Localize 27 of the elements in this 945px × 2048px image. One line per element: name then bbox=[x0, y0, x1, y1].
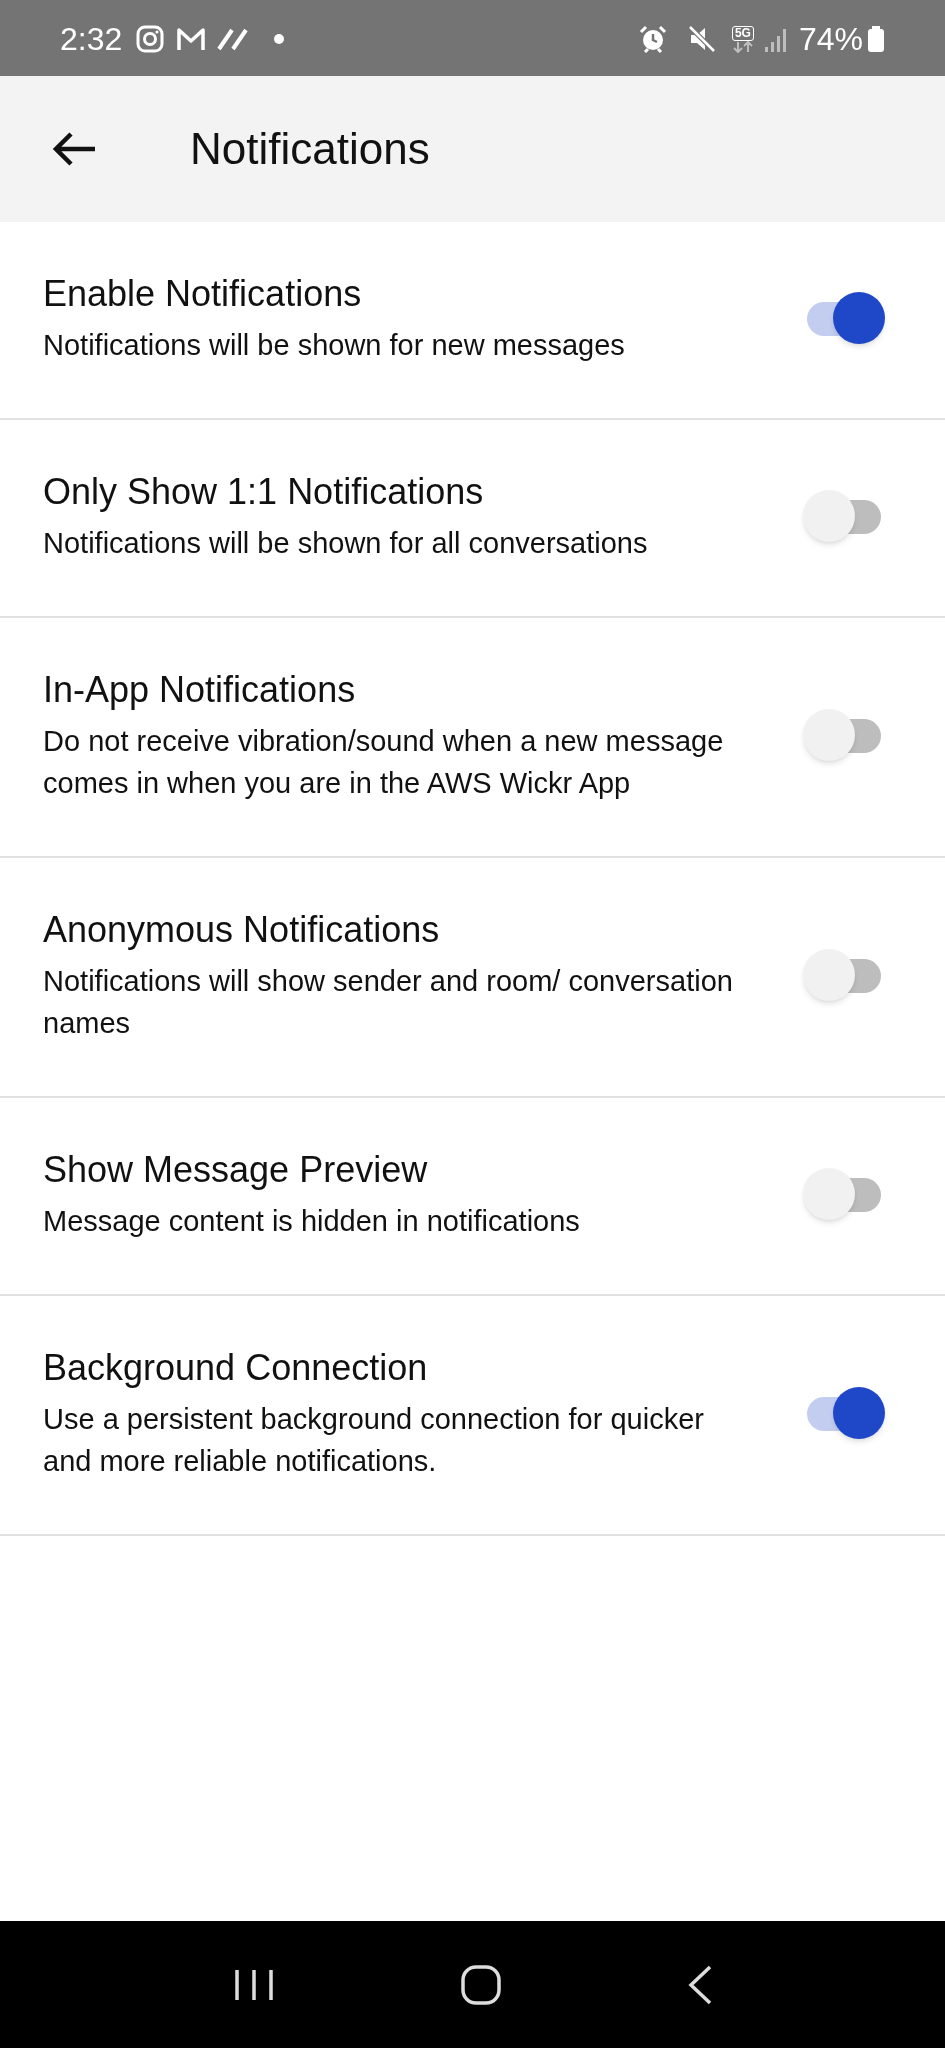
mute-icon bbox=[686, 24, 717, 54]
back-nav-icon[interactable] bbox=[686, 1963, 713, 2006]
mail-icon bbox=[176, 26, 207, 52]
recent-apps-icon[interactable] bbox=[232, 1967, 275, 2002]
setting-title: Only Show 1:1 Notifications bbox=[43, 470, 485, 514]
battery-percent: 74% bbox=[798, 20, 863, 59]
network-type-label: 5G bbox=[731, 25, 754, 41]
alarm-icon bbox=[638, 25, 667, 53]
setting-title: Show Message Preview bbox=[43, 1148, 429, 1192]
page-title: Notifications bbox=[190, 123, 430, 175]
status-time: 2:32 bbox=[60, 20, 123, 59]
setting-description: Use a persistent background connection for quicker and more reliable notifications. bbox=[43, 1402, 705, 1479]
home-icon[interactable] bbox=[459, 1963, 502, 2006]
data-arrows-icon bbox=[730, 40, 755, 53]
setting-description: Notifications will be shown for all conversations bbox=[43, 526, 649, 561]
setting-title: Anonymous Notifications bbox=[43, 908, 441, 952]
dot-icon bbox=[274, 34, 285, 44]
setting-title: Background Connection bbox=[43, 1346, 429, 1390]
setting-description: Notifications will be shown for new messages bbox=[43, 328, 626, 363]
setting-description: Message content is hidden in notifications bbox=[43, 1204, 581, 1239]
setting-description: Do not receive vibration/sound when a new message comes in when you are in the AWS Wickr App bbox=[43, 724, 725, 801]
camera-app-icon bbox=[136, 25, 165, 53]
setting-title: In-App Notifications bbox=[43, 668, 357, 712]
setting-description: Notifications will show sender and room/ conversation names bbox=[43, 964, 734, 1041]
setting-title: Enable Notifications bbox=[43, 272, 363, 316]
back-arrow-icon bbox=[53, 131, 97, 167]
battery-icon bbox=[867, 25, 885, 53]
